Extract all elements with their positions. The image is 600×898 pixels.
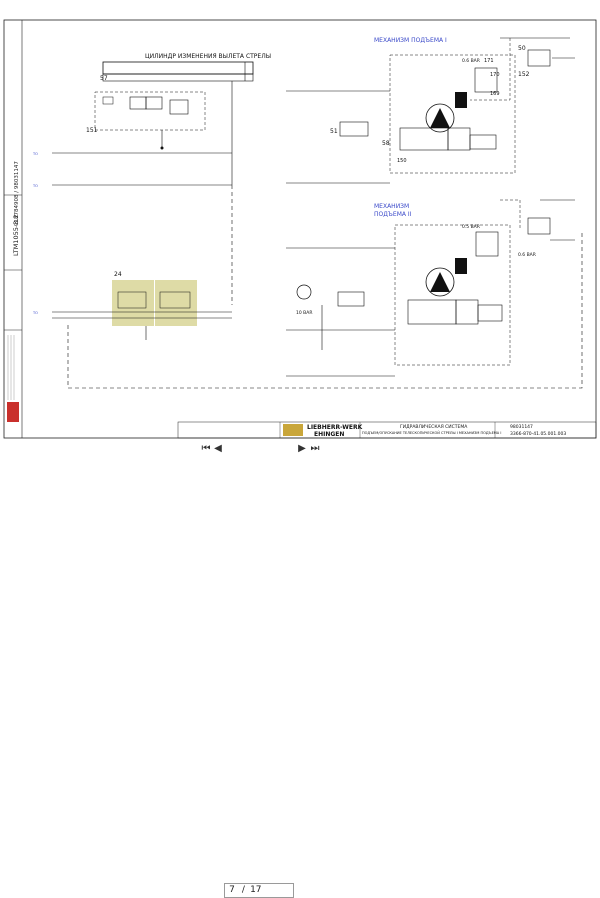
hoist1-title: МЕХАНИЗМ ПОДЪЕМА I <box>374 37 447 44</box>
hoist2-title-2: ПОДЪЕМА II <box>374 211 412 218</box>
page-number-field[interactable]: 7 / 17 <box>224 883 294 898</box>
valve-50 <box>527 49 551 67</box>
company-line2: EHINGEN <box>314 431 344 438</box>
vertical-number: 918784908 / 98031147 <box>14 161 20 226</box>
svg-text:TO: TO <box>32 311 38 315</box>
highlighted-valve-a <box>112 280 154 326</box>
svg-text:0.6 BAR: 0.6 BAR <box>462 58 480 64</box>
svg-text:TO: TO <box>32 152 38 156</box>
next-page-icon[interactable]: ▶ <box>297 442 307 456</box>
drawing-number: 98031147 <box>510 424 533 430</box>
hoist1-brake <box>455 92 467 108</box>
highlighted-valve-b <box>155 280 197 326</box>
sheet-frame <box>3 19 597 439</box>
svg-text:0.5 BAR: 0.5 BAR <box>462 224 480 230</box>
svg-text:0.6 BAR: 0.6 BAR <box>518 252 536 258</box>
svg-text:171: 171 <box>484 58 494 64</box>
hoist2-brake <box>455 258 467 274</box>
svg-text:150: 150 <box>397 158 407 164</box>
svg-text:170: 170 <box>490 72 500 78</box>
svg-text:51: 51 <box>330 128 338 135</box>
svg-text:152: 152 <box>518 71 530 78</box>
page-separator: / <box>241 885 245 895</box>
previous-page-icon[interactable]: ◀ <box>213 442 223 456</box>
svg-text:169: 169 <box>490 91 500 97</box>
hydraulic-schematic: LTM1055-3.2 918784908 / 98031147 ЦИЛИНДР… <box>3 19 597 439</box>
svg-text:50: 50 <box>518 45 526 52</box>
load-hold-valve-block <box>94 91 206 131</box>
schematic-sheet: LTM1055-3.2 918784908 / 98031147 ЦИЛИНДР… <box>0 0 600 445</box>
doc-number: 3366-870-41.05.001.003 <box>510 431 566 437</box>
hoist2-block <box>394 224 511 366</box>
svg-text:TO: TO <box>32 184 38 188</box>
svg-text:57: 57 <box>100 75 108 82</box>
pdf-viewer: LTM1055-3.2 918784908 / 98031147 ЦИЛИНДР… <box>0 0 600 898</box>
liebherr-crane-logo <box>283 424 303 436</box>
system-subtitle: ПОДЪЕМ/ОПУСКАНИЕ ТЕЛЕСКОПИЧЕСКОЙ СТРЕЛЫ … <box>362 430 501 435</box>
boom-cylinder <box>102 61 254 75</box>
liebherr-side-logo <box>7 402 19 422</box>
last-page-icon[interactable]: ⏭ <box>309 442 321 456</box>
page-navigation-toolbar: ⏮ ◀ 7 / 17 ▶ ⏭ <box>0 440 600 898</box>
bottom-margin <box>0 460 600 484</box>
total-pages: 17 <box>250 885 262 895</box>
company-line1: LIEBHERR-WERK <box>307 424 363 431</box>
svg-text:24: 24 <box>114 271 122 278</box>
system-title: ГИДРАВЛИЧЕСКАЯ СИСТЕМА <box>400 424 468 430</box>
cylinder-title: ЦИЛИНДР ИЗМЕНЕНИЯ ВЫЛЕТА СТРЕЛЫ <box>145 53 271 60</box>
svg-text:58: 58 <box>382 140 390 147</box>
svg-text:151: 151 <box>86 127 98 134</box>
first-page-icon[interactable]: ⏮ <box>200 442 212 456</box>
accumulator <box>296 284 312 300</box>
current-page: 7 <box>229 885 235 895</box>
hoist2-title: МЕХАНИЗМ <box>374 203 409 210</box>
svg-text:10 BAR: 10 BAR <box>296 310 312 316</box>
